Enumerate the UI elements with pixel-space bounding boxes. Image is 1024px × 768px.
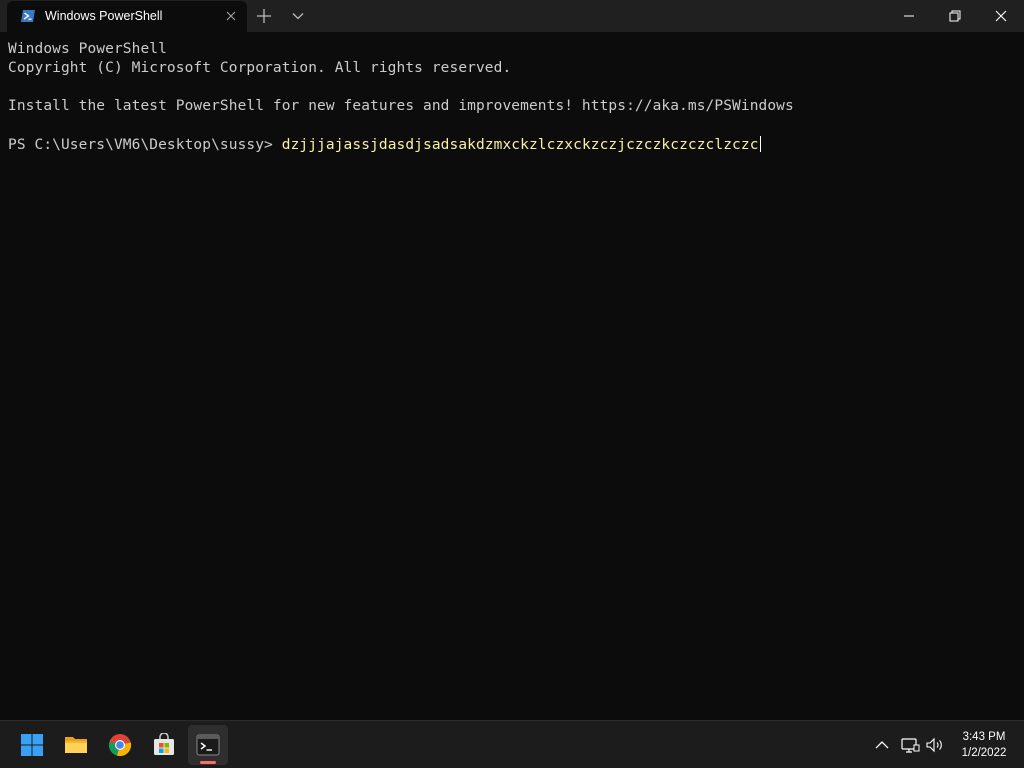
microsoft-store-icon <box>154 733 174 755</box>
terminal-prompt-line[interactable]: PS C:\Users\VM6\Desktop\sussy> dzjjjajas… <box>8 136 762 153</box>
restore-button[interactable] <box>932 0 978 32</box>
minimize-button[interactable] <box>886 0 932 32</box>
clock-time: 3:43 PM <box>962 731 1006 743</box>
text-cursor <box>759 136 762 152</box>
terminal-header-line: Windows PowerShell <box>8 41 167 57</box>
tab-windows-powershell[interactable]: Windows PowerShell <box>7 1 247 32</box>
start-icon <box>21 734 43 756</box>
chevron-up-icon[interactable] <box>872 735 892 755</box>
close-tab-icon[interactable] <box>223 8 239 24</box>
start-button[interactable] <box>12 725 52 765</box>
file-explorer-icon <box>65 737 87 753</box>
title-bar: Windows PowerShell <box>0 0 1024 32</box>
prompt-path: PS C:\Users\VM6\Desktop\sussy> <box>8 137 282 153</box>
terminal-button[interactable] <box>188 725 228 765</box>
terminal-copyright-line: Copyright (C) Microsoft Corporation. All… <box>8 60 512 76</box>
clock-date: 1/2/2022 <box>961 747 1007 759</box>
close-button[interactable] <box>978 0 1024 32</box>
chrome-button[interactable] <box>100 725 140 765</box>
command-input[interactable]: dzjjjajassjdasdjsadsakdzmxckzlczxckzczjc… <box>282 137 759 153</box>
taskbar-clock[interactable]: 3:43 PM 1/2/2022 <box>946 729 1022 761</box>
chevron-down-icon[interactable] <box>288 6 308 26</box>
restore-icon <box>949 10 961 22</box>
network-icon[interactable] <box>900 735 920 755</box>
tab-title: Windows PowerShell <box>45 9 163 23</box>
volume-icon[interactable] <box>924 735 944 755</box>
chrome-icon <box>108 734 132 757</box>
minimize-icon <box>904 15 914 17</box>
terminal-install-notice-line: Install the latest PowerShell for new fe… <box>8 98 794 114</box>
active-app-indicator <box>200 761 216 764</box>
terminal-icon <box>196 734 220 756</box>
terminal-output[interactable]: Windows PowerShell Copyright (C) Microso… <box>0 32 1024 720</box>
close-icon <box>995 10 1007 22</box>
new-tab-plus-icon[interactable] <box>254 6 274 26</box>
file-explorer-button[interactable] <box>56 725 96 765</box>
taskbar: 3:43 PM 1/2/2022 <box>0 720 1024 768</box>
powershell-icon <box>21 10 35 22</box>
microsoft-store-button[interactable] <box>144 725 184 765</box>
